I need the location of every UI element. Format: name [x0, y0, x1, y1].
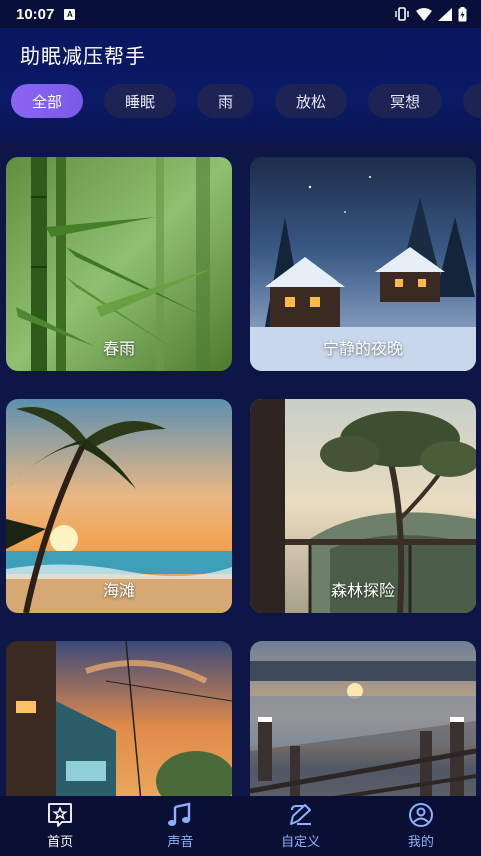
- nav-label: 声音: [167, 835, 194, 850]
- sound-card-quiet-night[interactable]: 宁静的夜晚: [250, 157, 476, 371]
- tab-relax[interactable]: 放松: [275, 84, 347, 118]
- card-title: 森林探险: [330, 581, 395, 600]
- sound-card-train[interactable]: [6, 641, 232, 796]
- vibrate-icon: [395, 7, 409, 21]
- edit-icon: [289, 804, 311, 825]
- notification-icon: A: [64, 8, 76, 20]
- nav-mine[interactable]: 我的: [361, 796, 481, 856]
- header: 助眠减压帮手 全部 睡眠 雨 放松 冥想: [0, 28, 481, 143]
- nav-label: 自定义: [281, 835, 321, 850]
- home-star-icon: [48, 803, 73, 827]
- category-tabs: 全部 睡眠 雨 放松 冥想: [11, 84, 481, 118]
- card-title: 海滩: [102, 581, 135, 600]
- card-title: 春雨: [102, 339, 135, 358]
- tab-all[interactable]: 全部: [11, 84, 83, 118]
- tab-meditate[interactable]: 冥想: [368, 84, 442, 118]
- sound-card-beach[interactable]: 海滩: [6, 399, 232, 613]
- sound-card-forest-adventure[interactable]: 森林探险: [250, 399, 476, 613]
- card-title: 宁静的夜晚: [322, 339, 403, 358]
- bottom-nav: 首页 声音 自定义 我的: [0, 796, 481, 856]
- tab-sleep[interactable]: 睡眠: [104, 84, 176, 118]
- sound-card-winter-lake[interactable]: [250, 641, 476, 796]
- nav-home[interactable]: 首页: [0, 796, 120, 856]
- nav-label: 首页: [47, 835, 74, 850]
- winter-lake-image: [250, 641, 476, 796]
- nav-label: 我的: [407, 835, 434, 850]
- page-title: 助眠减压帮手: [20, 44, 146, 68]
- nav-customize[interactable]: 自定义: [241, 796, 361, 856]
- music-note-icon: [168, 802, 191, 826]
- wifi-icon: [416, 7, 432, 21]
- tab-more-partial[interactable]: [463, 84, 481, 118]
- nav-sound[interactable]: 声音: [120, 796, 240, 856]
- status-time: 10:07: [16, 5, 55, 23]
- profile-icon: [408, 803, 433, 827]
- sound-card-spring-rain[interactable]: 春雨: [6, 157, 232, 371]
- train-sunset-image: [6, 641, 232, 796]
- signal-icon: [438, 7, 452, 21]
- tab-rain[interactable]: 雨: [197, 84, 254, 118]
- status-bar: 10:07 A: [0, 0, 481, 28]
- sound-grid: 春雨 宁静的夜晚 海滩 森林探险: [0, 143, 481, 796]
- status-icons: [394, 6, 467, 22]
- battery-icon: [458, 6, 467, 21]
